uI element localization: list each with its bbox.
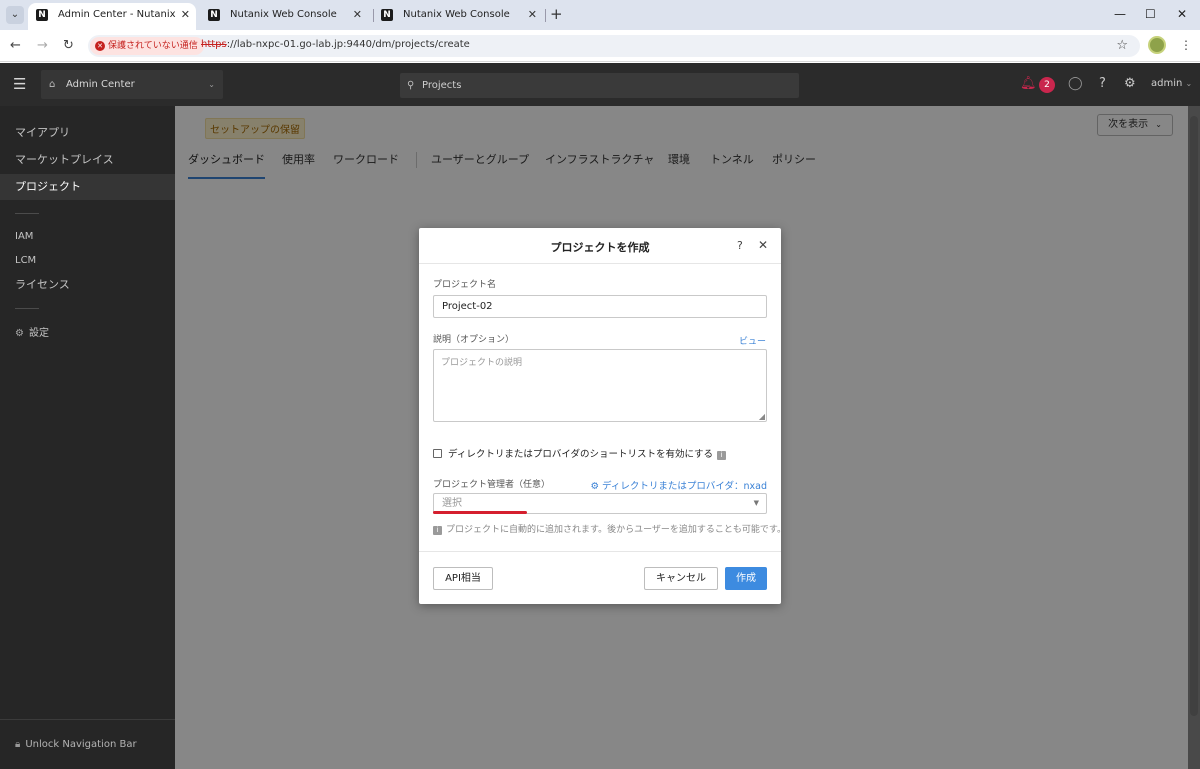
security-indicator[interactable]: ✕ 保護されていない通信 xyxy=(90,37,204,55)
browser-menu-icon[interactable]: ⋮ xyxy=(1180,38,1192,52)
directory-provider-text: ディレクトリまたはプロバイダ：nxad xyxy=(602,481,767,492)
app-header: ☰ ⌂ Admin Center ⌄ ⚲ Projects 🔔︎ 2 ◯ ? ⚙… xyxy=(0,63,1200,106)
sidebar-item-my-apps[interactable]: マイアプリ xyxy=(0,120,175,146)
cancel-button[interactable]: キャンセル xyxy=(644,567,718,590)
sidebar-divider xyxy=(15,213,39,214)
shortlist-checkbox-row: ディレクトリまたはプロバイダのショートリストを有効にする i xyxy=(433,446,727,460)
url-protocol: https xyxy=(201,39,227,50)
close-icon[interactable]: ✕ xyxy=(181,3,190,27)
preview-link[interactable]: ビュー xyxy=(739,334,766,347)
sidebar-item-licensing[interactable]: ライセンス xyxy=(0,272,175,298)
admin-hint: i プロジェクトに自動的に追加されます。後からユーザーを追加することも可能です。 xyxy=(433,522,786,535)
description-textarea[interactable]: プロジェクトの説明 ◢ xyxy=(433,349,767,422)
project-name-label: プロジェクト名 xyxy=(433,280,497,290)
info-icon[interactable]: i xyxy=(717,451,727,460)
api-equivalent-button[interactable]: API相当 xyxy=(433,567,493,590)
select-placeholder: 選択 xyxy=(442,498,462,509)
browser-tab-label: Nutanix Web Console xyxy=(230,9,337,20)
app-name: Admin Center xyxy=(66,79,135,90)
browser-tab-web-console-2[interactable]: N Nutanix Web Console ✕ xyxy=(373,3,543,30)
directory-provider-link[interactable]: ⚙ ディレクトリまたはプロバイダ：nxad xyxy=(591,478,768,492)
nutanix-favicon-icon: N xyxy=(208,9,220,21)
security-label: 保護されていない通信 xyxy=(108,41,198,51)
dialog-footer: API相当 キャンセル 作成 xyxy=(419,551,781,604)
sidebar-item-iam[interactable]: IAM xyxy=(0,224,175,250)
dialog-title: プロジェクトを作成 xyxy=(550,241,650,254)
project-admin-label: プロジェクト管理者（任意） xyxy=(433,480,551,490)
close-icon[interactable]: ✕ xyxy=(528,3,537,27)
caret-down-icon: ▼ xyxy=(753,499,759,507)
dialog-header: プロジェクトを作成 ? ✕ xyxy=(419,228,781,264)
bookmark-star-icon[interactable]: ☆ xyxy=(1116,38,1128,53)
project-name-input[interactable]: Project-02 xyxy=(433,295,767,318)
help-icon[interactable]: ? xyxy=(1099,76,1106,91)
sidebar: マイアプリ マーケットプレイス プロジェクト IAM LCM ライセンス ⚙ 設定… xyxy=(0,106,175,769)
home-icon: ⌂ xyxy=(49,79,56,90)
create-button[interactable]: 作成 xyxy=(725,567,767,590)
bell-icon[interactable]: 🔔︎ xyxy=(1020,76,1037,91)
tab-divider xyxy=(545,9,546,22)
sidebar-item-lcm[interactable]: LCM xyxy=(0,248,175,274)
warning-icon: ✕ xyxy=(95,41,105,51)
search-icon: ⚲ xyxy=(407,80,415,91)
description-placeholder: プロジェクトの説明 xyxy=(441,358,523,368)
app-switcher[interactable]: ⌂ Admin Center ⌄ xyxy=(41,70,223,99)
chevron-down-icon: ⌄ xyxy=(208,80,215,89)
create-project-dialog: プロジェクトを作成 ? ✕ プロジェクト名 Project-02 説明（オプショ… xyxy=(419,228,786,604)
search-text: Projects xyxy=(422,80,462,91)
user-menu[interactable]: admin ⌄ xyxy=(1151,78,1192,89)
global-search-input[interactable]: ⚲ Projects xyxy=(400,73,799,98)
red-annotation-underline xyxy=(433,511,527,514)
user-name: admin xyxy=(1151,78,1183,89)
browser-tab-admin-center[interactable]: N Admin Center - Nutanix ✕ xyxy=(28,3,196,30)
unlock-label: Unlock Navigation Bar xyxy=(25,739,137,750)
sidebar-item-settings[interactable]: ⚙ 設定 xyxy=(0,321,175,347)
help-icon[interactable]: ? xyxy=(737,239,743,252)
nutanix-favicon-icon: N xyxy=(381,9,393,21)
tab-search-chevron-icon[interactable]: ⌄ xyxy=(6,6,24,24)
browser-tab-label: Nutanix Web Console xyxy=(403,9,510,20)
url-path: ://lab-nxpc-01.go-lab.jp:9440/dm/project… xyxy=(226,39,470,50)
sidebar-item-label: 設定 xyxy=(28,328,49,339)
resize-handle-icon[interactable]: ◢ xyxy=(759,412,765,421)
notification-count-badge[interactable]: 2 xyxy=(1039,77,1055,93)
address-bar: ← → ↻ ✕ 保護されていない通信 https://lab-nxpc-01.g… xyxy=(0,30,1200,62)
shortlist-checkbox[interactable] xyxy=(433,449,442,458)
nutanix-favicon-icon: N xyxy=(36,9,48,21)
close-icon[interactable]: ✕ xyxy=(758,238,768,252)
new-tab-plus-icon[interactable]: + xyxy=(550,5,563,23)
unlock-navigation-bar[interactable]: 🔒︎ Unlock Navigation Bar xyxy=(0,719,175,769)
hamburger-menu-icon[interactable]: ☰ xyxy=(13,75,26,93)
browser-tab-bar: ⌄ N Admin Center - Nutanix ✕ N Nutanix W… xyxy=(0,0,1200,30)
close-icon[interactable]: ✕ xyxy=(353,3,362,27)
maximize-icon[interactable]: ☐ xyxy=(1145,7,1156,21)
sidebar-item-marketplace[interactable]: マーケットプレイス xyxy=(0,147,175,173)
info-icon: i xyxy=(433,526,442,535)
tasks-circle-icon[interactable]: ◯ xyxy=(1068,76,1083,91)
back-arrow-icon[interactable]: ← xyxy=(10,38,21,53)
window-close-icon[interactable]: ✕ xyxy=(1177,7,1187,21)
browser-tab-web-console-1[interactable]: N Nutanix Web Console ✕ xyxy=(200,3,368,30)
minimize-icon[interactable]: — xyxy=(1114,7,1126,21)
description-label: 説明（オプション） xyxy=(433,335,515,345)
sidebar-divider xyxy=(15,308,39,309)
forward-arrow-icon[interactable]: → xyxy=(37,38,48,53)
chevron-down-icon: ⌄ xyxy=(1185,79,1193,88)
sidebar-item-projects[interactable]: プロジェクト xyxy=(0,174,175,200)
url-text[interactable]: https://lab-nxpc-01.go-lab.jp:9440/dm/pr… xyxy=(201,39,470,50)
gear-icon: ⚙ xyxy=(590,481,603,492)
browser-tab-label: Admin Center - Nutanix xyxy=(58,9,176,20)
gear-icon[interactable]: ⚙ xyxy=(1124,76,1136,91)
lock-icon: 🔒︎ xyxy=(15,739,21,750)
admin-hint-text: プロジェクトに自動的に追加されます。後からユーザーを追加することも可能です。 xyxy=(446,525,787,535)
omnibox[interactable]: ✕ 保護されていない通信 https://lab-nxpc-01.go-lab.… xyxy=(88,35,1140,57)
shortlist-checkbox-label[interactable]: ディレクトリまたはプロバイダのショートリストを有効にする xyxy=(448,449,713,460)
profile-avatar-icon[interactable] xyxy=(1148,36,1166,54)
gear-icon: ⚙ xyxy=(15,328,24,339)
reload-icon[interactable]: ↻ xyxy=(63,38,74,53)
